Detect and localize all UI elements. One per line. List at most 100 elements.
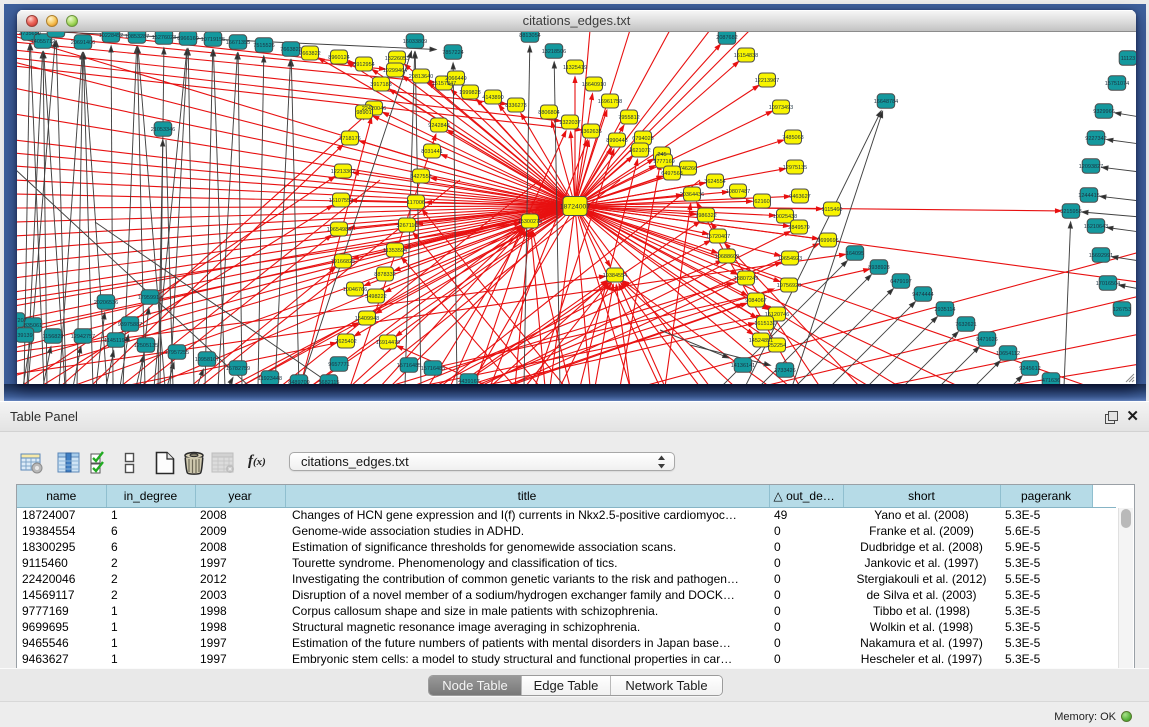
svg-text:1156829: 1156829	[42, 334, 63, 340]
svg-text:9245612: 9245612	[1019, 366, 1040, 372]
svg-text:4143890: 4143890	[482, 95, 503, 101]
svg-text:8938928: 8938928	[868, 265, 889, 271]
svg-text:10688609: 10688609	[715, 254, 739, 260]
svg-text:7515526: 7515526	[253, 43, 274, 49]
svg-text:2935114: 2935114	[934, 307, 955, 313]
svg-text:62160: 62160	[754, 199, 769, 205]
svg-text:9657771: 9657771	[328, 362, 349, 368]
svg-text:16648784: 16648784	[874, 99, 898, 105]
svg-text:16782759: 16782759	[226, 366, 250, 372]
svg-text:9242848: 9242848	[428, 123, 449, 129]
svg-text:4735650: 4735650	[19, 32, 40, 37]
svg-text:12975135: 12975135	[783, 165, 807, 171]
svg-text:19654923: 19654923	[778, 256, 802, 262]
svg-text:12942757: 12942757	[71, 334, 95, 340]
svg-text:18807249: 18807249	[734, 276, 758, 282]
svg-text:5498222: 5498222	[365, 294, 386, 300]
svg-text:19166825: 19166825	[331, 259, 355, 265]
svg-text:8960124: 8960124	[328, 55, 349, 61]
svg-text:10719155: 10719155	[201, 37, 225, 43]
svg-text:16120746: 16120746	[765, 312, 789, 318]
svg-text:10958107: 10958107	[195, 357, 219, 363]
svg-text:7625402: 7625402	[335, 339, 356, 345]
svg-text:1621072: 1621072	[629, 148, 650, 154]
svg-text:245: 245	[657, 152, 666, 158]
svg-text:9227342: 9227342	[1085, 136, 1106, 142]
svg-text:2066449: 2066449	[445, 76, 466, 82]
svg-text:126753: 126753	[1113, 307, 1131, 313]
svg-text:16033809: 16033809	[403, 39, 427, 45]
svg-text:12093827: 12093827	[1079, 164, 1103, 170]
svg-text:20206536: 20206536	[94, 300, 118, 306]
svg-text:471636: 471636	[1042, 378, 1060, 384]
svg-text:11123: 11123	[1121, 56, 1135, 62]
svg-text:3624554: 3624554	[704, 179, 725, 185]
svg-text:16210643: 16210643	[1084, 224, 1108, 230]
svg-text:9329966: 9329966	[1093, 109, 1114, 115]
svg-text:19384554: 19384554	[603, 273, 627, 279]
svg-text:1362635: 1362635	[580, 129, 601, 135]
svg-text:6479197: 6479197	[890, 279, 911, 285]
svg-text:7485063: 7485063	[782, 135, 803, 141]
svg-text:18640910: 18640910	[582, 82, 606, 88]
svg-text:1733426: 1733426	[774, 368, 795, 374]
svg-text:1999828: 1999828	[459, 90, 480, 96]
svg-text:11353594: 11353594	[383, 248, 407, 254]
svg-text:1322037: 1322037	[559, 120, 580, 126]
svg-text:8990448: 8990448	[606, 138, 627, 144]
svg-text:7857224: 7857224	[442, 50, 463, 56]
svg-text:14055712: 14055712	[31, 39, 55, 45]
svg-text:9699695: 9699695	[817, 238, 838, 244]
svg-text:8336273: 8336273	[505, 103, 526, 109]
svg-text:15716485: 15716485	[397, 363, 421, 369]
svg-text:3917183: 3917183	[370, 82, 391, 88]
svg-text:13218506: 13218506	[542, 49, 566, 55]
svg-text:6497568: 6497568	[661, 171, 682, 177]
svg-text:14136141: 14136141	[731, 363, 755, 369]
svg-text:4439167: 4439167	[458, 379, 479, 384]
svg-text:16671355: 16671355	[226, 40, 250, 46]
svg-text:10046766: 10046766	[343, 287, 367, 293]
svg-text:2849579: 2849579	[788, 225, 809, 231]
svg-text:9115460: 9115460	[821, 207, 842, 213]
svg-text:8031441: 8031441	[421, 149, 442, 155]
svg-text:15409948: 15409948	[355, 316, 379, 322]
svg-text:12213967: 12213967	[755, 78, 779, 84]
svg-text:98901: 98901	[356, 110, 371, 116]
svg-text:12505135: 12505135	[134, 343, 158, 349]
svg-text:16914479: 16914479	[376, 340, 400, 346]
svg-text:10025438: 10025438	[773, 214, 797, 220]
svg-text:1839221: 1839221	[45, 32, 66, 34]
svg-text:17016504: 17016504	[1096, 281, 1120, 287]
svg-text:9463627: 9463627	[789, 194, 810, 200]
svg-text:6794028: 6794028	[632, 136, 653, 142]
svg-text:8471626: 8471626	[976, 337, 997, 343]
svg-text:19654985: 19654985	[327, 227, 351, 233]
svg-text:15751074: 15751074	[1105, 81, 1129, 87]
svg-text:7632621: 7632621	[955, 322, 976, 328]
svg-text:20813640: 20813640	[409, 74, 433, 80]
svg-text:11923448: 11923448	[258, 376, 282, 382]
svg-text:12213367: 12213367	[331, 169, 355, 175]
svg-text:20691406: 20691406	[71, 40, 95, 46]
svg-text:11325419: 11325419	[563, 65, 587, 71]
svg-text:8813054: 8813054	[519, 33, 540, 39]
svg-text:9474444: 9474444	[912, 292, 933, 298]
svg-text:19756928: 19756928	[777, 283, 801, 289]
svg-text:19299464: 19299464	[383, 68, 407, 74]
svg-text:16961758: 16961758	[598, 99, 622, 105]
svg-text:16154838: 16154838	[734, 53, 758, 59]
svg-text:835061: 835061	[24, 323, 42, 329]
svg-text:252254: 252254	[768, 343, 786, 349]
svg-text:8966160: 8966160	[177, 36, 198, 42]
svg-text:8878332: 8878332	[374, 272, 395, 278]
svg-text:1615132: 1615132	[754, 321, 775, 327]
svg-text:9084067: 9084067	[745, 298, 766, 304]
svg-text:15300275: 15300275	[518, 219, 542, 225]
svg-text:16107553: 16107553	[329, 198, 353, 204]
svg-text:8489709: 8489709	[288, 380, 309, 384]
svg-text:15720407: 15720407	[706, 234, 730, 240]
svg-text:10807487: 10807487	[726, 189, 750, 195]
svg-text:39139: 39139	[17, 333, 32, 339]
svg-text:3267110: 3267110	[396, 223, 417, 229]
